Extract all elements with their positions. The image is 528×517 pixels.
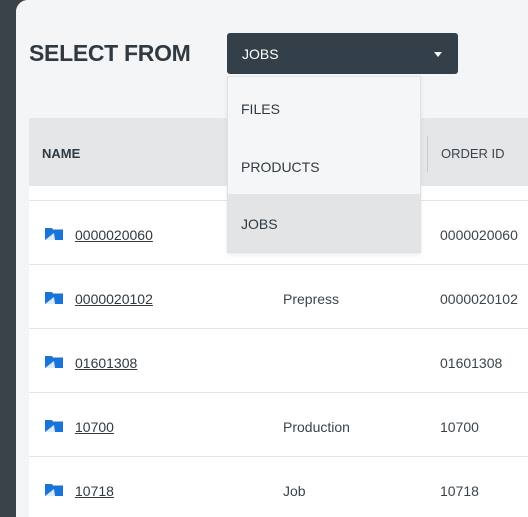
folder-icon <box>45 484 63 496</box>
row-type: Job <box>283 483 306 499</box>
folder-icon <box>45 356 63 368</box>
column-header-name[interactable]: NAME <box>42 146 80 161</box>
table-row[interactable]: 10700 Production 10700 <box>29 392 528 456</box>
row-name-link[interactable]: 10718 <box>75 483 114 499</box>
option-files[interactable]: FILES <box>228 77 420 135</box>
option-jobs[interactable]: JOBS <box>228 194 420 252</box>
source-select[interactable]: JOBS <box>227 33 458 74</box>
folder-icon <box>45 228 63 240</box>
table-row[interactable]: 10718 Job 10718 <box>29 456 528 517</box>
row-name-link[interactable]: 01601308 <box>75 355 137 371</box>
column-header-order-id[interactable]: ORDER ID <box>441 146 505 161</box>
column-divider <box>427 136 428 172</box>
row-name-link[interactable]: 0000020102 <box>75 291 153 307</box>
table-row[interactable]: 0000020102 Prepress 0000020102 <box>29 264 528 328</box>
row-order-id: 0000020060 <box>440 227 518 243</box>
select-from-label: SELECT FROM <box>29 40 191 66</box>
row-order-id: 0000020102 <box>440 291 518 307</box>
jobs-panel: SELECT FROM JOBS NAME ORDER ID 000002006… <box>16 0 528 517</box>
row-order-id: 10718 <box>440 483 479 499</box>
row-order-id: 01601308 <box>440 355 503 371</box>
row-type: Production <box>283 419 350 435</box>
source-select-menu: FILES PRODUCTS JOBS <box>227 76 421 253</box>
caret-down-icon <box>434 52 442 57</box>
row-order-id: 10700 <box>440 419 479 435</box>
row-name-link[interactable]: 10700 <box>75 419 114 435</box>
table-row[interactable]: 01601308 01601308 <box>29 328 528 392</box>
option-products[interactable]: PRODUCTS <box>228 135 420 193</box>
source-select-value: JOBS <box>242 46 279 62</box>
folder-icon <box>45 292 63 304</box>
row-name-link[interactable]: 0000020060 <box>75 227 153 243</box>
row-type: Prepress <box>283 291 340 307</box>
folder-icon <box>45 420 63 432</box>
